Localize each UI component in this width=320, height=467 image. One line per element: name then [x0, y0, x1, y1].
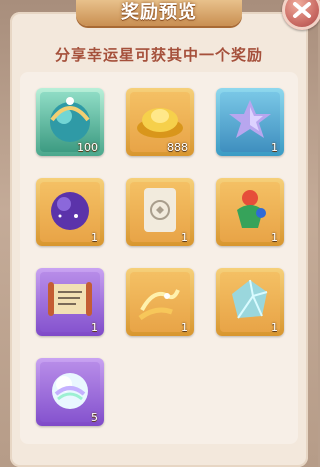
reward-quantity: 1 — [91, 321, 98, 334]
gold-ingot-icon — [137, 108, 183, 138]
purple-orb-icon — [51, 192, 89, 230]
dialog-title: 奖励预览 — [121, 2, 197, 23]
reward-item-rainbow-orb[interactable]: 5 — [36, 358, 104, 426]
reward-quantity: 888 — [167, 141, 188, 154]
reward-quantity: 1 — [181, 321, 188, 334]
reward-quantity: 1 — [91, 231, 98, 244]
reward-quantity: 100 — [77, 141, 98, 154]
reward-item-golden-wind[interactable]: 1 — [126, 268, 194, 336]
reward-item-scroll-card[interactable]: 1 — [126, 178, 194, 246]
golden-wind-icon — [138, 289, 180, 321]
close-icon — [293, 2, 311, 18]
reward-quantity: 1 — [271, 321, 278, 334]
scroll-card-icon — [144, 188, 176, 232]
reward-item-purple-orb[interactable]: 1 — [36, 178, 104, 246]
reward-quantity: 5 — [91, 411, 98, 424]
map-scroll-icon — [48, 282, 92, 316]
reward-quantity: 1 — [271, 141, 278, 154]
reward-subtitle: 分享幸运星可获其中一个奖励 — [54, 46, 263, 64]
ice-crystal-icon — [232, 279, 268, 319]
reward-item-lucky-star[interactable]: 1 — [216, 88, 284, 156]
reward-item-ice-crystal[interactable]: 1 — [216, 268, 284, 336]
reward-item-costume-figure[interactable]: 1 — [216, 178, 284, 246]
reward-item-crystal-orb[interactable]: 100 — [36, 88, 104, 156]
reward-item-gold-ingot[interactable]: 888 — [126, 88, 194, 156]
costume-figure-icon — [237, 190, 266, 228]
star-icon — [229, 100, 271, 138]
crystal-orb-icon — [50, 97, 90, 142]
reward-quantity: 1 — [181, 231, 188, 244]
rainbow-orb-icon — [52, 373, 88, 409]
reward-quantity: 1 — [271, 231, 278, 244]
reward-item-map-scroll[interactable]: 1 — [36, 268, 104, 336]
